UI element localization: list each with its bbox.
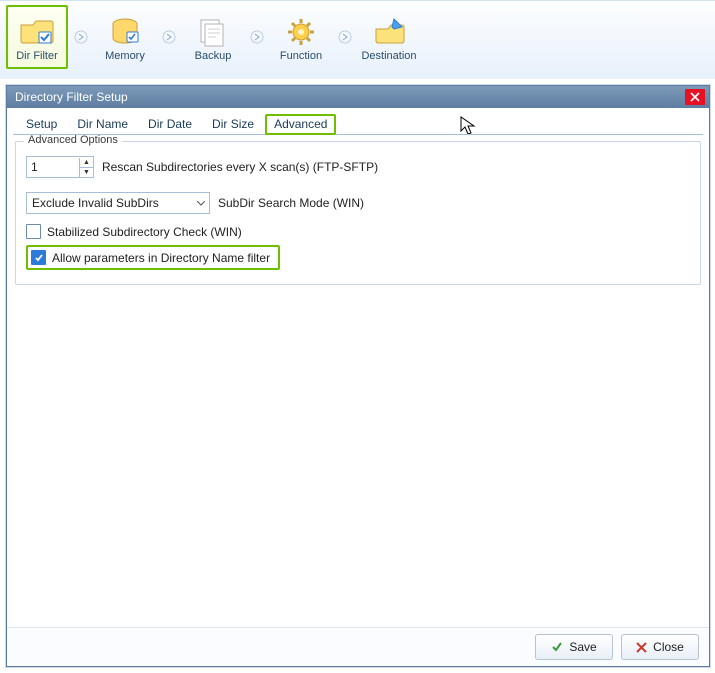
stabilized-check-row[interactable]: Stabilized Subdirectory Check (WIN) xyxy=(26,224,690,239)
wizard-steps: Dir Filter Memory Backup Function xyxy=(0,0,715,79)
spinner-arrows[interactable]: ▲ ▼ xyxy=(79,158,93,177)
close-label: Close xyxy=(653,640,684,654)
allow-params-check-row[interactable]: Allow parameters in Directory Name filte… xyxy=(26,245,280,270)
gear-icon xyxy=(283,15,319,49)
step-label: Dir Filter xyxy=(16,50,58,62)
step-function[interactable]: Function xyxy=(270,5,332,69)
rescan-value[interactable] xyxy=(27,160,79,174)
tab-setup[interactable]: Setup xyxy=(17,114,66,135)
step-label: Function xyxy=(280,50,322,62)
step-memory[interactable]: Memory xyxy=(94,5,156,69)
step-destination[interactable]: Destination xyxy=(358,5,420,69)
step-backup[interactable]: Backup xyxy=(182,5,244,69)
arrow-icon xyxy=(336,5,354,69)
check-icon xyxy=(551,641,563,653)
folder-filter-icon xyxy=(19,15,55,49)
step-label: Memory xyxy=(105,50,145,62)
checkbox-checked-icon[interactable] xyxy=(31,250,46,265)
chevron-down-icon[interactable]: ▼ xyxy=(79,168,93,177)
tab-dir-date[interactable]: Dir Date xyxy=(139,114,201,135)
chevron-up-icon[interactable]: ▲ xyxy=(79,158,93,168)
tab-dir-name[interactable]: Dir Name xyxy=(68,114,137,135)
destination-icon xyxy=(371,15,407,49)
tab-dir-size[interactable]: Dir Size xyxy=(203,114,263,135)
dialog-footer: Save Close xyxy=(7,627,709,666)
memory-icon xyxy=(107,15,143,49)
checkbox-icon[interactable] xyxy=(26,224,41,239)
arrow-icon xyxy=(160,5,178,69)
group-legend: Advanced Options xyxy=(24,134,122,146)
dialog-tabs: Setup Dir Name Dir Date Dir Size Advance… xyxy=(7,108,709,135)
step-label: Backup xyxy=(195,50,232,62)
dialog-title: Directory Filter Setup xyxy=(15,90,128,104)
step-dir-filter[interactable]: Dir Filter xyxy=(6,5,68,69)
close-button[interactable]: Close xyxy=(621,634,699,660)
chevron-down-icon[interactable] xyxy=(193,193,209,213)
step-label: Destination xyxy=(361,50,416,62)
stabilized-label: Stabilized Subdirectory Check (WIN) xyxy=(47,225,242,239)
arrow-icon xyxy=(248,5,266,69)
subdir-mode-label: SubDir Search Mode (WIN) xyxy=(218,196,364,210)
subdir-mode-combo[interactable]: Exclude Invalid SubDirs xyxy=(26,192,210,214)
advanced-options-group: Advanced Options ▲ ▼ Rescan Subdirectori… xyxy=(15,141,701,285)
rescan-label: Rescan Subdirectories every X scan(s) (F… xyxy=(102,160,378,174)
allow-params-label: Allow parameters in Directory Name filte… xyxy=(52,251,270,265)
directory-filter-dialog: Directory Filter Setup Setup Dir Name Di… xyxy=(6,85,710,667)
close-icon[interactable] xyxy=(685,89,705,105)
subdir-mode-value: Exclude Invalid SubDirs xyxy=(27,196,193,210)
rescan-spinner[interactable]: ▲ ▼ xyxy=(26,156,94,178)
backup-icon xyxy=(195,15,231,49)
save-label: Save xyxy=(569,640,596,654)
tab-advanced[interactable]: Advanced xyxy=(265,114,336,135)
save-button[interactable]: Save xyxy=(535,634,613,660)
x-icon xyxy=(636,642,647,653)
arrow-icon xyxy=(72,5,90,69)
titlebar: Directory Filter Setup xyxy=(7,86,709,108)
